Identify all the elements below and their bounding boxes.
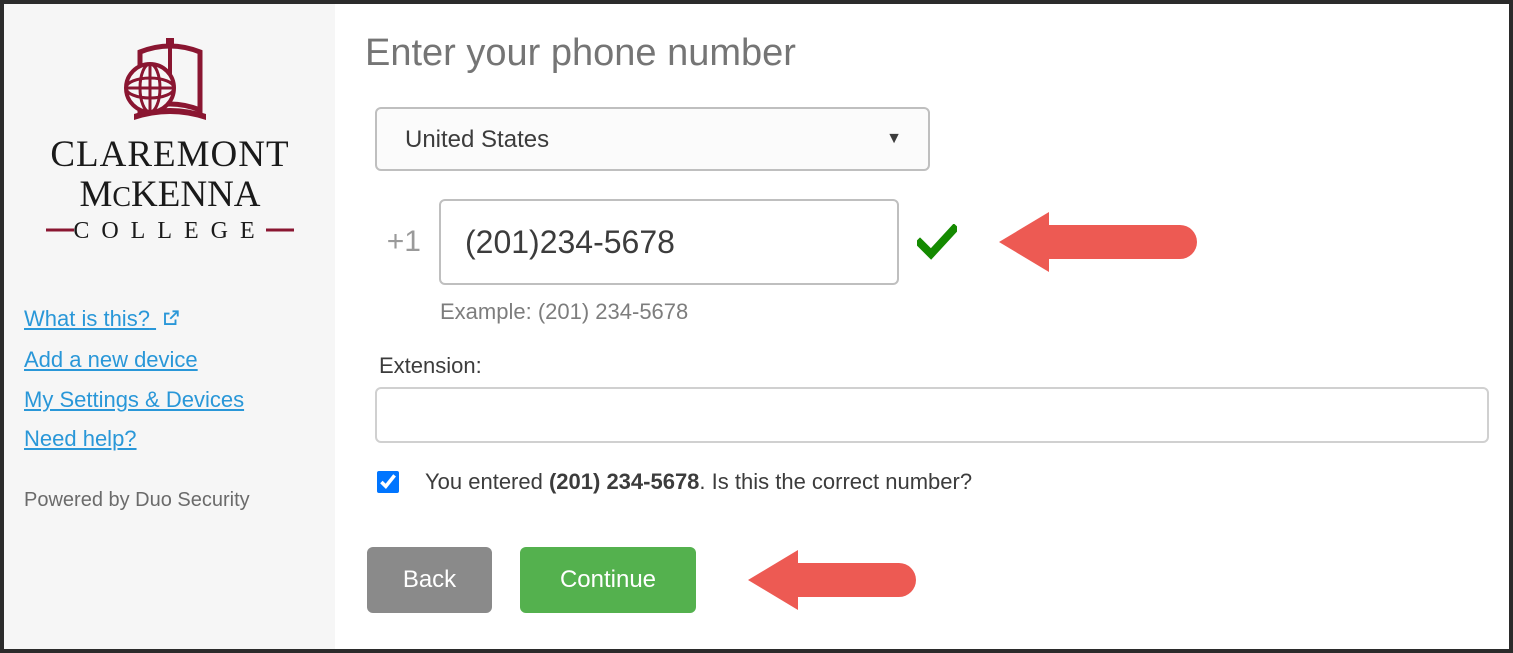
phone-row: +1	[375, 199, 1491, 285]
external-link-icon	[162, 300, 180, 340]
claremont-mckenna-logo-icon: CLAREMONT M C KENNA CLAREMONT MCKENNA CO…	[40, 34, 300, 264]
org-logo: CLAREMONT M C KENNA CLAREMONT MCKENNA CO…	[24, 34, 315, 264]
button-row: Back Continue	[367, 547, 1491, 613]
confirm-suffix: . Is this the correct number?	[699, 469, 972, 494]
my-settings-link[interactable]: My Settings & Devices	[24, 380, 244, 420]
what-is-this-label: What is this?	[24, 306, 150, 331]
add-device-link[interactable]: Add a new device	[24, 340, 244, 380]
annotation-arrow-icon	[748, 550, 916, 610]
what-is-this-link[interactable]: What is this?	[24, 299, 244, 340]
duo-prompt-frame: CLAREMONT M C KENNA CLAREMONT MCKENNA CO…	[0, 0, 1513, 653]
extension-label: Extension:	[379, 353, 1491, 379]
dial-code-label: +1	[375, 225, 421, 259]
confirm-number-checkbox[interactable]	[377, 471, 399, 493]
svg-text:CLAREMONT: CLAREMONT	[50, 134, 289, 175]
sidebar-links: What is this? Add a new device My Settin…	[24, 299, 244, 459]
powered-by-text: Powered by Duo Security	[24, 489, 250, 512]
annotation-arrow-icon	[999, 212, 1197, 272]
extension-input[interactable]	[375, 387, 1489, 443]
main-panel: Enter your phone number United States ▼ …	[335, 4, 1509, 649]
sidebar: CLAREMONT M C KENNA CLAREMONT MCKENNA CO…	[4, 4, 335, 649]
phone-number-input[interactable]	[439, 199, 899, 285]
svg-text:COLLEGE: COLLEGE	[73, 218, 266, 244]
page-title: Enter your phone number	[365, 32, 1491, 75]
confirm-prefix: You entered	[425, 469, 549, 494]
continue-button[interactable]: Continue	[520, 547, 696, 613]
phone-example-text: Example: (201) 234-5678	[440, 299, 1491, 325]
checkmark-icon	[917, 224, 957, 260]
confirm-text: You entered (201) 234-5678. Is this the …	[425, 469, 972, 495]
country-select-wrap: United States ▼	[375, 107, 930, 171]
svg-text:MCKENNA: MCKENNA	[79, 174, 260, 215]
country-select[interactable]: United States	[375, 107, 930, 171]
confirm-number: (201) 234-5678	[549, 469, 699, 494]
need-help-link[interactable]: Need help?	[24, 419, 244, 459]
confirm-row: You entered (201) 234-5678. Is this the …	[377, 469, 1491, 495]
back-button[interactable]: Back	[367, 547, 492, 613]
